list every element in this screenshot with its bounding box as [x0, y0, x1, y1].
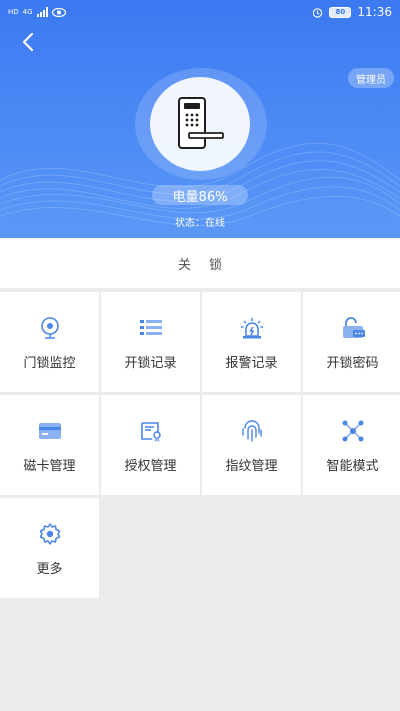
menu-label: 报警记录: [225, 356, 278, 371]
settings-icon: [38, 522, 62, 546]
menu-label: 磁卡管理: [23, 459, 76, 474]
menu-fingerprint-management[interactable]: 指纹管理: [202, 395, 301, 495]
camera-icon: [38, 316, 62, 340]
menu-authorization-management[interactable]: 授权管理: [101, 395, 200, 495]
lock-image: [150, 77, 250, 171]
password-lock-icon: [341, 316, 365, 340]
signal-icon: [36, 7, 48, 17]
lock-header: HD 4G 80 11:36 管理员 电量86% 状态：在线: [0, 0, 400, 238]
chevron-left-icon: [22, 32, 34, 52]
menu-unlock-records[interactable]: 开锁记录: [101, 292, 200, 392]
eye-icon: [51, 7, 66, 17]
card-icon: [38, 419, 62, 443]
menu-label: 更多: [36, 562, 63, 577]
menu-label: 开锁记录: [124, 356, 177, 371]
smart-lock-icon: [178, 97, 224, 149]
alarm-light-icon: [240, 316, 264, 340]
menu-unlock-password[interactable]: 开锁密码: [303, 292, 400, 392]
menu-card-management[interactable]: 磁卡管理: [0, 395, 99, 495]
menu-more[interactable]: 更多: [0, 498, 99, 598]
list-icon: [139, 316, 163, 340]
menu-label: 智能模式: [326, 459, 379, 474]
battery-level: 电量86%: [152, 185, 248, 205]
smart-mode-icon: [341, 419, 365, 443]
menu-label: 开锁密码: [326, 356, 379, 371]
clock: 11:36: [357, 5, 392, 19]
menu-label: 门锁监控: [23, 356, 76, 371]
function-grid: 门锁监控 开锁记录 报警记录 开锁密码 磁卡管理 授权管理 指纹管理 智能模式 …: [0, 292, 400, 598]
menu-alarm-records[interactable]: 报警记录: [202, 292, 301, 392]
menu-lock-monitor[interactable]: 门锁监控: [0, 292, 99, 392]
role-badge: 管理员: [348, 68, 394, 88]
signal-tag: 4G: [22, 8, 33, 16]
menu-label: 指纹管理: [225, 459, 278, 474]
back-button[interactable]: [16, 30, 40, 54]
battery-indicator: 80: [329, 6, 352, 18]
menu-label: 授权管理: [124, 459, 177, 474]
menu-smart-mode[interactable]: 智能模式: [303, 395, 400, 495]
authorization-icon: [139, 419, 163, 443]
close-lock-button[interactable]: 关锁: [0, 238, 400, 288]
alarm-clock-icon: [313, 7, 323, 18]
fingerprint-icon: [240, 419, 264, 443]
online-status: 状态：在线: [175, 218, 225, 229]
status-bar: HD 4G 80 11:36: [0, 0, 400, 24]
network-tag: HD: [8, 8, 19, 16]
